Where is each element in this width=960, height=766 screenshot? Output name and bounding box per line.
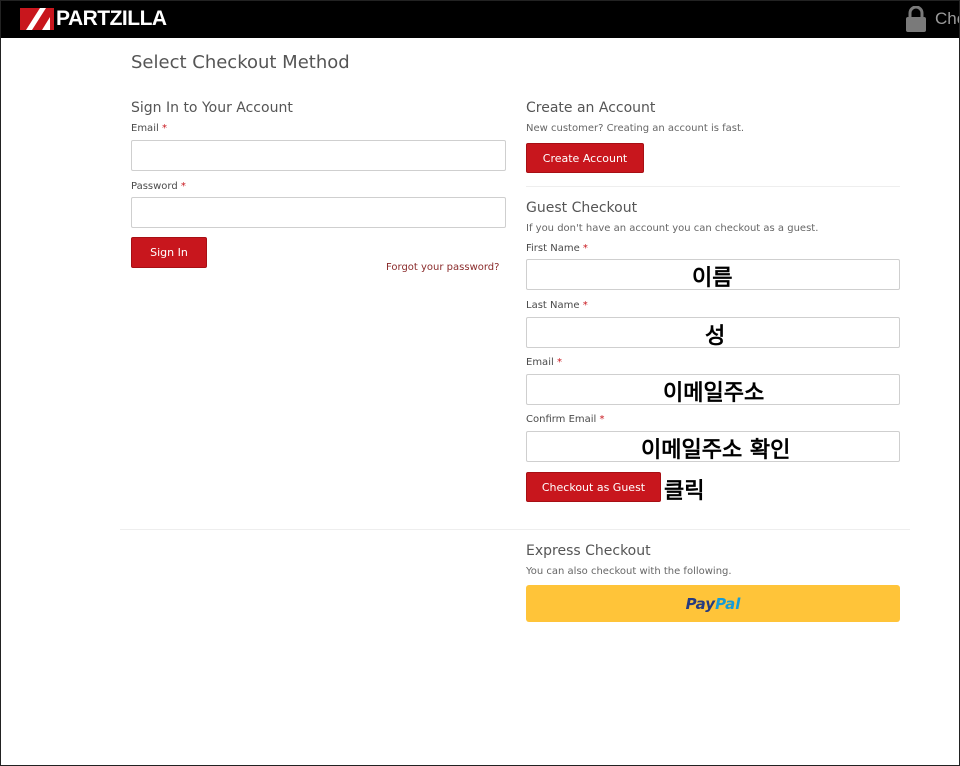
sign-in-email-label: Email * — [131, 123, 167, 134]
paypal-logo-part1: Pay — [685, 594, 716, 613]
partzilla-logo-mark-icon — [20, 8, 54, 30]
last-name-label: Last Name * — [526, 300, 588, 311]
create-account-description: New customer? Creating an account is fas… — [526, 123, 745, 134]
click-annotation: 클릭 — [664, 479, 705, 504]
required-asterisk: * — [161, 123, 167, 134]
confirm-email-label: Confirm Email * — [526, 414, 605, 425]
required-asterisk: * — [582, 300, 588, 311]
section-divider — [526, 186, 900, 187]
guest-checkout-description: If you don't have an account you can che… — [526, 223, 819, 234]
express-checkout-description: You can also checkout with the following… — [526, 566, 732, 577]
guest-email-label: Email * — [526, 357, 562, 368]
first-name-annotation: 이름 — [692, 266, 733, 291]
page-title: Select Checkout Method — [131, 52, 350, 73]
sign-in-password-input[interactable] — [131, 197, 506, 228]
required-asterisk: * — [556, 357, 562, 368]
secure-checkout-text: Che — [935, 9, 960, 28]
paypal-button[interactable]: Pay Pal — [526, 585, 900, 622]
lock-icon — [906, 6, 926, 32]
sign-in-password-label: Password * — [131, 181, 186, 192]
express-divider — [120, 529, 910, 530]
partzilla-logo-text: PARTZILLA — [56, 7, 167, 30]
create-account-button[interactable]: Create Account — [526, 143, 644, 173]
required-asterisk: * — [599, 414, 605, 425]
checkout-as-guest-button[interactable]: Checkout as Guest — [526, 472, 661, 502]
required-asterisk: * — [582, 243, 588, 254]
last-name-annotation: 성 — [705, 324, 726, 349]
guest-checkout-heading: Guest Checkout — [526, 200, 638, 216]
email-annotation: 이메일주소 — [663, 381, 765, 406]
top-header-bar: PARTZILLA Che — [0, 0, 960, 38]
partzilla-logo[interactable]: PARTZILLA — [20, 6, 167, 32]
first-name-label: First Name * — [526, 243, 588, 254]
forgot-password-link[interactable]: Forgot your password? — [386, 262, 499, 273]
required-asterisk: * — [180, 181, 186, 192]
sign-in-button[interactable]: Sign In — [131, 237, 207, 268]
confirm-email-annotation: 이메일주소 확인 — [641, 438, 791, 463]
create-account-heading: Create an Account — [526, 100, 656, 116]
sign-in-heading: Sign In to Your Account — [131, 100, 293, 116]
express-checkout-heading: Express Checkout — [526, 543, 651, 559]
paypal-logo-part2: Pal — [715, 594, 741, 613]
sign-in-email-input[interactable] — [131, 140, 506, 171]
